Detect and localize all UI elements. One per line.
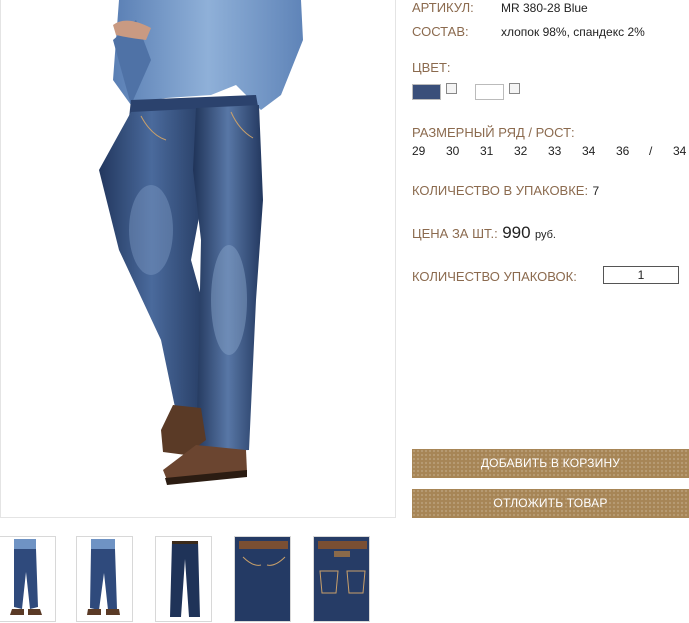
thumb-jeans-flat xyxy=(170,541,200,617)
thumb-jeans-waist-back xyxy=(314,537,369,621)
size-item[interactable]: 30 xyxy=(446,144,459,158)
price-row: ЦЕНА ЗА ШТ.: 990 руб. xyxy=(412,223,556,243)
composition-label: СОСТАВ: xyxy=(412,24,469,39)
price-value: 990 xyxy=(502,223,531,242)
sizes-label: РАЗМЕРНЫЙ РЯД / РОСТ: xyxy=(412,125,575,140)
size-item[interactable]: 32 xyxy=(514,144,527,158)
thumbnail-3[interactable] xyxy=(155,536,212,622)
pack-qty-value: 7 xyxy=(592,184,600,198)
packs-quantity-input[interactable]: 1 xyxy=(603,266,679,284)
price-label: ЦЕНА ЗА ШТ.: xyxy=(412,226,498,241)
jeans-model-illustration xyxy=(99,0,303,485)
thumbnail-2[interactable] xyxy=(76,536,133,622)
thumbnail-1[interactable] xyxy=(0,536,56,622)
add-to-cart-button[interactable]: ДОБАВИТЬ В КОРЗИНУ xyxy=(412,449,689,478)
composition-value: хлопок 98%, спандекс 2% xyxy=(501,25,645,39)
main-product-image[interactable] xyxy=(0,0,396,518)
size-item[interactable]: 29 xyxy=(412,144,425,158)
article-value: MR 380-28 Blue xyxy=(501,1,588,15)
color-checkbox-blue[interactable] xyxy=(446,83,457,94)
article-label: АРТИКУЛ: xyxy=(412,0,474,15)
size-item[interactable]: 33 xyxy=(548,144,561,158)
pack-qty-row: КОЛИЧЕСТВО В УПАКОВКЕ: 7 xyxy=(412,182,599,200)
height-item[interactable]: 34 xyxy=(673,144,686,158)
color-swatch-white[interactable] xyxy=(475,84,504,100)
thumb-jeans-model-2 xyxy=(87,539,120,615)
thumbnail-5[interactable] xyxy=(313,536,370,622)
postpone-button[interactable]: ОТЛОЖИТЬ ТОВАР xyxy=(412,489,689,518)
size-item[interactable]: 31 xyxy=(480,144,493,158)
thumb-jeans-model-1 xyxy=(10,539,42,615)
thumb-jeans-waist-front xyxy=(235,537,290,621)
packs-label: КОЛИЧЕСТВО УПАКОВОК: xyxy=(412,269,577,284)
color-label: ЦВЕТ: xyxy=(412,60,451,75)
size-separator: / xyxy=(649,144,653,158)
size-item[interactable]: 36 xyxy=(616,144,629,158)
thumbnail-4[interactable] xyxy=(234,536,291,622)
color-checkbox-white[interactable] xyxy=(509,83,520,94)
color-swatch-blue[interactable] xyxy=(412,84,441,100)
pack-qty-label: КОЛИЧЕСТВО В УПАКОВКЕ: xyxy=(412,183,589,198)
price-currency: руб. xyxy=(535,229,556,241)
size-item[interactable]: 34 xyxy=(582,144,595,158)
